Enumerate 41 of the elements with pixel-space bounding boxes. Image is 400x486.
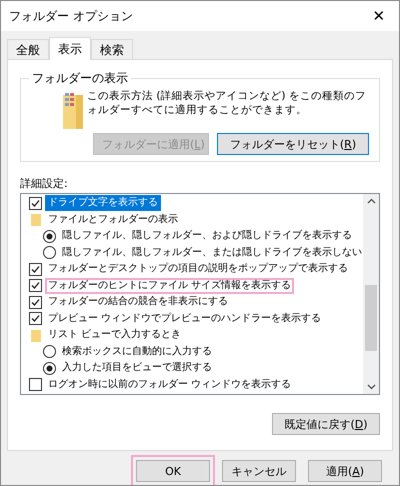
restore-defaults-button[interactable]: 既定値に戻す(D) (272, 413, 380, 435)
checkbox[interactable] (29, 378, 42, 392)
folder-icon (61, 91, 85, 131)
scroll-up-icon[interactable] (366, 198, 376, 204)
radio-button[interactable] (43, 246, 56, 260)
setting-label[interactable]: 隠しファイル、隠しフォルダー、および隠しドライブを表示する (59, 228, 355, 244)
dialog-button[interactable]: OK (136, 460, 210, 482)
tab[interactable]: 全般 (7, 39, 49, 59)
tab[interactable]: 検索 (91, 39, 133, 59)
tab[interactable]: 表示 (49, 37, 91, 60)
highlighted-setting-label[interactable]: フォルダーのヒントにファイル サイズ情報を表示する (45, 278, 294, 294)
radio-button[interactable] (43, 230, 56, 243)
setting-label[interactable]: ログオン時に以前のフォルダー ウィンドウを表示する (45, 376, 294, 393)
checkbox[interactable] (29, 279, 42, 292)
setting-label[interactable]: 入力した項目をビューで選択する (59, 360, 215, 376)
checkbox[interactable] (29, 196, 42, 210)
setting-label[interactable]: 隠しファイル、隠しフォルダー、または隠しドライブを表示しない (59, 244, 363, 261)
setting-label[interactable]: フォルダーの結合の競合を非表示にする (45, 294, 231, 310)
setting-label[interactable]: プレビュー ウィンドウでプレビューのハンドラーを表示する (45, 310, 324, 327)
scrollbar[interactable] (363, 194, 379, 394)
setting-label[interactable]: フォルダーとデスクトップの項目の説明をポップアップで表示する (45, 261, 351, 278)
scroll-down-icon[interactable] (366, 384, 376, 390)
setting-label[interactable]: ドライブ文字を表示する (45, 195, 161, 212)
radio-button[interactable] (43, 362, 56, 375)
folder-icon (29, 328, 42, 342)
section-label: 詳細設定: (20, 176, 69, 191)
folder-icon (29, 213, 42, 226)
window-title: フォルダー オプション (9, 8, 133, 24)
dialog-button[interactable]: 適用(A) (308, 460, 382, 482)
close-button[interactable]: ✕ (359, 1, 399, 31)
setting-label[interactable]: ファイルとフォルダーの表示 (45, 212, 181, 228)
folder-button[interactable]: フォルダーをリセット(R) (217, 133, 369, 155)
checkbox[interactable] (29, 296, 42, 309)
setting-label[interactable]: 検索ボックスに自動的に入力する (59, 344, 215, 360)
description-text: この表示方法 (詳細表示やアイコンなど) をこの種類のフォルダーすべてに適用することができます。 (87, 89, 367, 117)
checkbox[interactable] (29, 312, 42, 326)
radio-button[interactable] (43, 345, 56, 358)
group-title: フォルダーの表示 (29, 70, 131, 87)
dialog-button[interactable]: キャンセル (222, 460, 296, 482)
setting-label[interactable]: リスト ビューで入力するとき (45, 327, 184, 344)
checkbox[interactable] (29, 262, 42, 276)
